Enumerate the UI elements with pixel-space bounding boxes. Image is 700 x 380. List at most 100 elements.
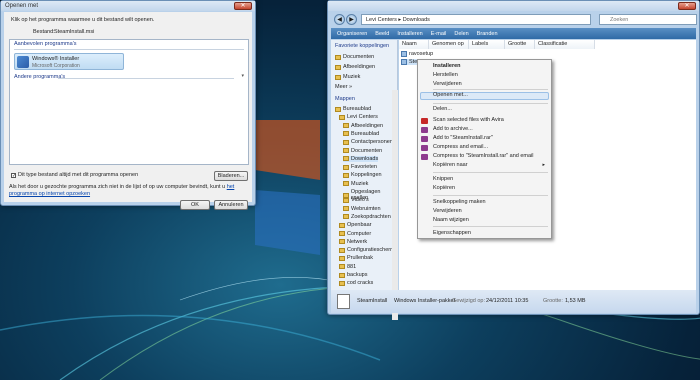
menu-item[interactable]: Verwijderen	[433, 208, 462, 214]
always-open-checkbox[interactable]: ✓ Dit type bestand altijd met dit progra…	[11, 172, 138, 178]
checkbox-icon[interactable]: ✓	[11, 172, 16, 178]
folder-tree-item[interactable]: Bureaublad	[343, 131, 379, 137]
menu-item[interactable]: Compress to "SteamInstall.rar" and email	[433, 153, 534, 159]
menu-item[interactable]: Verwijderen	[433, 81, 462, 87]
favorite-more[interactable]: Meer »	[335, 84, 352, 90]
folder-label: Muziek	[351, 180, 369, 187]
column-date[interactable]: Genomen op	[429, 40, 469, 49]
folder-tree-item[interactable]: Muziek	[343, 181, 368, 187]
ok-button[interactable]: OK	[180, 200, 210, 210]
close-button[interactable]: ✕	[678, 2, 696, 10]
details-pane: SteamInstall Windows Installer-pakket Ge…	[331, 290, 696, 313]
toolbar-email[interactable]: E-mail	[431, 31, 447, 37]
close-button[interactable]: ✕	[234, 2, 252, 10]
menu-item[interactable]: Installeren	[433, 63, 461, 69]
chevron-down-icon[interactable]: ▾	[241, 73, 244, 79]
menu-item[interactable]: Add to "SteamInstall.rar"	[433, 135, 493, 141]
folder-tree-item[interactable]: backups	[339, 272, 368, 278]
folder-label: Downloads	[351, 155, 379, 162]
back-icon[interactable]: ◀	[334, 14, 345, 25]
browse-button[interactable]: Bladeren...	[214, 171, 248, 181]
forward-icon[interactable]: ▶	[346, 14, 357, 25]
menu-item[interactable]: Snelkoppeling maken	[433, 199, 486, 205]
column-labels[interactable]: Labels	[469, 40, 505, 49]
folder-label: Openbaar	[347, 222, 372, 229]
folders-header[interactable]: Mappen	[335, 96, 355, 102]
menu-item[interactable]: Openen met...	[433, 92, 468, 98]
nav-scrollbar[interactable]	[392, 90, 398, 320]
menu-item[interactable]: Scan selected files with Avira	[433, 117, 504, 123]
folder-tree-item[interactable]: Afbeeldingen	[343, 123, 383, 129]
search-input[interactable]: Zoeken	[599, 14, 697, 25]
toolbar-view[interactable]: Beeld	[375, 31, 389, 37]
intro-text: Klik op het programma waarmee u dit best…	[11, 17, 155, 23]
menu-item[interactable]: Kopiëren	[433, 185, 455, 191]
program-name: Windows® Installer	[32, 56, 80, 62]
menu-separator	[433, 103, 548, 104]
status-filename: SteamInstall	[357, 298, 388, 304]
address-row: ◀ ▶ Levi Centers ▸ Downloads Zoeken	[331, 12, 697, 28]
status-size-label: Grootte:	[543, 298, 563, 304]
toolbar-organize[interactable]: Organiseren	[337, 31, 367, 37]
program-windows-installer[interactable]: Windows® Installer Microsoft Corporation	[14, 53, 124, 70]
folder-tree-item[interactable]: Koppelingen	[343, 172, 382, 178]
other-programs-header[interactable]: Andere programma's	[14, 74, 65, 80]
file-row[interactable]: ravosetup	[401, 51, 433, 57]
folder-tree-item[interactable]: Computer	[339, 231, 371, 237]
folder-tree-item[interactable]: Levi Centers	[339, 114, 378, 120]
context-menu: Installeren Herstellen Verwijderen Openen m…	[417, 59, 552, 239]
folder-tree-item[interactable]: Webruimten	[343, 206, 381, 212]
menu-separator	[433, 172, 548, 173]
winrar-icon	[421, 145, 428, 151]
favorites-header: Favoriete koppelingen	[335, 43, 390, 49]
folder-tree-item[interactable]: Downloads	[343, 155, 379, 162]
folder-icon	[343, 164, 349, 170]
help-note: Als het door u gezochte programma zich n…	[9, 184, 249, 198]
folder-tree-item[interactable]: Zoekopdrachten	[343, 214, 391, 220]
menu-item[interactable]: Knippen	[433, 176, 453, 182]
toolbar-install[interactable]: Installeren	[397, 31, 422, 37]
folder-tree-item[interactable]: Documenten	[343, 148, 382, 154]
folder-label: Levi Centers	[347, 114, 378, 121]
menu-item[interactable]: Herstellen	[433, 72, 458, 78]
folder-label: Netwerk	[347, 238, 368, 245]
cancel-button[interactable]: Annuleren	[214, 200, 248, 210]
menu-item[interactable]: Kopiëren naar	[433, 162, 468, 168]
toolbar-burn[interactable]: Branden	[477, 31, 498, 37]
folder-tree-item[interactable]: Netwerk	[339, 239, 367, 245]
favorite-music[interactable]: Muziek	[335, 74, 360, 80]
folder-tree-item[interactable]: cod cracks	[339, 280, 373, 286]
folder-icon	[335, 106, 341, 112]
favorite-documents[interactable]: Documenten	[335, 54, 374, 60]
folder-tree-item[interactable]: Video's	[343, 197, 369, 203]
folder-icon	[343, 139, 349, 145]
column-size[interactable]: Grootte	[505, 40, 535, 49]
address-bar[interactable]: Levi Centers ▸ Downloads	[361, 14, 591, 25]
toolbar-share[interactable]: Delen	[454, 31, 468, 37]
folder-tree-item[interactable]: Openbaar	[339, 222, 371, 228]
folder-icon	[339, 222, 345, 228]
folder-label: Zoekopdrachten	[351, 213, 391, 220]
folder-label: 881	[347, 263, 357, 270]
column-name[interactable]: Naam	[399, 40, 429, 49]
folder-tree-item[interactable]: Bureaublad	[335, 106, 371, 112]
status-filetype: Windows Installer-pakket	[394, 298, 456, 304]
menu-item[interactable]: Add to archive...	[433, 126, 473, 132]
menu-item[interactable]: Delen...	[433, 106, 452, 112]
folder-tree-item[interactable]: Configuratiescherm	[339, 247, 395, 253]
folder-tree-item[interactable]: 881	[339, 264, 356, 270]
folder-icon	[343, 181, 349, 187]
folder-tree-item[interactable]: Contactpersonen	[343, 139, 393, 145]
folder-tree-item[interactable]: Prullenbak	[339, 255, 373, 261]
menu-item[interactable]: Eigenschappen	[433, 230, 471, 236]
folder-label: Prullenbak	[347, 255, 373, 262]
menu-item[interactable]: Compress and email...	[433, 144, 488, 150]
favorite-pictures[interactable]: Afbeeldingen	[335, 64, 375, 70]
column-rating[interactable]: Classificatie	[535, 40, 595, 49]
program-list[interactable]: Aanbevolen programma's Windows® Installe…	[9, 39, 249, 165]
favorite-label: Meer »	[335, 84, 353, 90]
folder-tree-item[interactable]: Favorieten	[343, 164, 377, 170]
menu-item[interactable]: Naam wijzigen	[433, 217, 469, 223]
file-label: Bestand:	[33, 29, 55, 35]
folder-label: backups	[347, 272, 368, 278]
